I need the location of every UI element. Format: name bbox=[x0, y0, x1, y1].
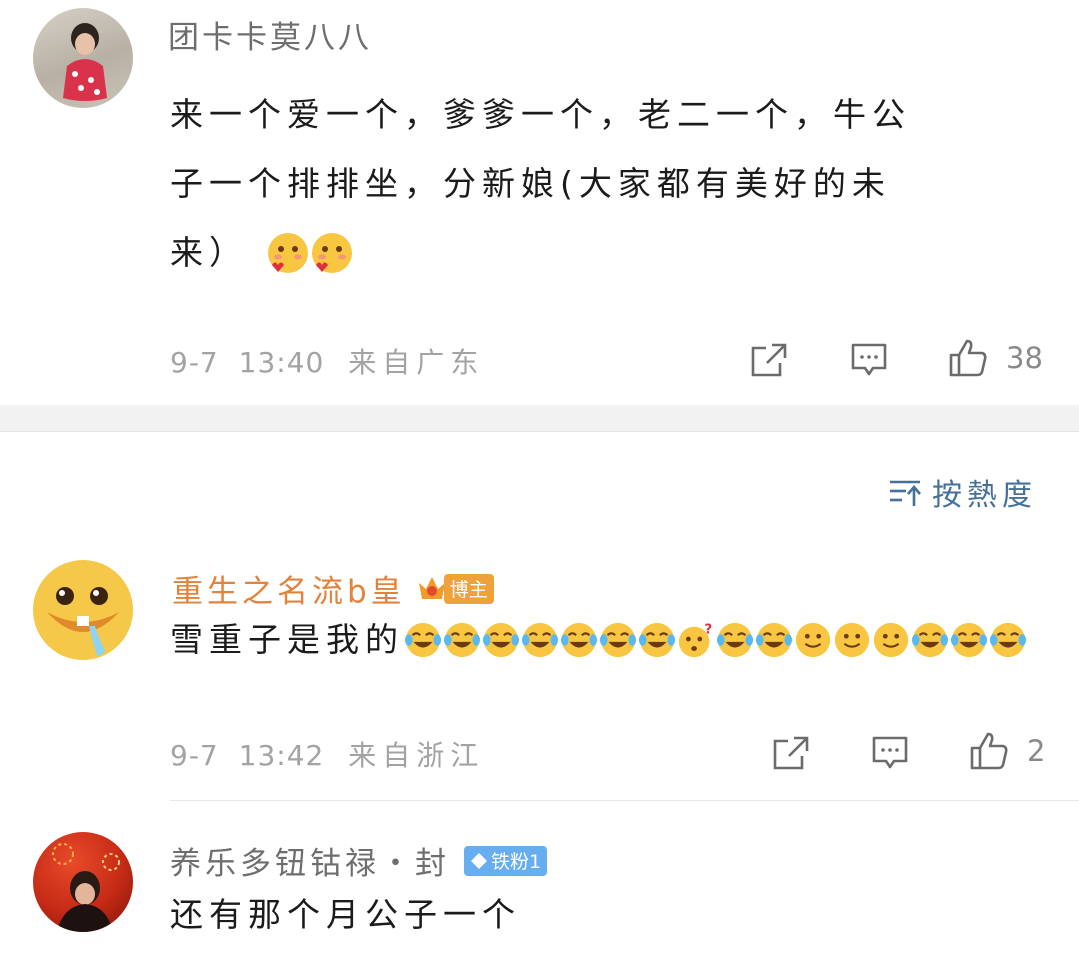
blush-heart-emoji-icon bbox=[268, 232, 308, 273]
username[interactable]: 重生之名流b皇 bbox=[172, 566, 406, 611]
share-icon[interactable] bbox=[772, 735, 810, 771]
avatar-child-photo bbox=[63, 23, 107, 101]
comment-text-line: 来一个爱一个，爹爹一个，老二一个，牛公 bbox=[170, 95, 911, 134]
crown-icon bbox=[418, 576, 445, 599]
comment-text-line: 雪重子是我的 bbox=[170, 620, 404, 659]
svg-text:?: ? bbox=[705, 622, 713, 637]
comment-text-line-end: 来） bbox=[170, 233, 248, 272]
smile-emoji-icon bbox=[873, 622, 909, 658]
sort-toggle[interactable]: 按熱度 bbox=[888, 470, 1037, 514]
username[interactable]: 团卡卡莫八八 bbox=[168, 18, 372, 58]
comment-meta: 9-7 13:42 来自浙江 bbox=[170, 734, 484, 774]
username-row: 重生之名流b皇 博主 bbox=[172, 566, 494, 611]
section-separator bbox=[0, 405, 1079, 432]
blogger-badge: 博主 bbox=[443, 573, 494, 604]
sort-label: 按熱度 bbox=[932, 478, 1037, 513]
comment-date: 9-7 bbox=[170, 346, 219, 379]
thumbs-up-icon bbox=[949, 339, 987, 377]
username-row: 养乐多钮钴禄・封 铁粉1 bbox=[170, 838, 548, 883]
comment-text: 来一个爱一个，爹爹一个，老二一个，牛公 子一个排排坐，分新娘(大家都有美好的未 … bbox=[170, 80, 1050, 287]
like-count: 38 bbox=[1006, 341, 1043, 375]
like-count: 2 bbox=[1027, 734, 1046, 768]
laugh-cry-emoji-icon bbox=[560, 622, 598, 658]
diamond-icon bbox=[471, 852, 487, 869]
laugh-cry-emoji-icon bbox=[443, 622, 481, 658]
comment-text-line: 来） bbox=[170, 218, 1050, 287]
comment-time: 13:40 bbox=[238, 346, 325, 379]
share-icon[interactable] bbox=[750, 342, 788, 378]
laugh-cry-emoji-icon bbox=[599, 622, 637, 658]
comment-text: 雪重子是我的 ? bbox=[170, 614, 1050, 666]
confused-emoji-icon: ? bbox=[678, 622, 713, 658]
comment-date: 9-7 bbox=[170, 739, 219, 772]
laugh-cry-emoji-icon bbox=[521, 622, 559, 658]
smile-emoji-icon bbox=[834, 622, 870, 658]
comment-time: 13:42 bbox=[238, 739, 325, 772]
fan-badge: 铁粉1 bbox=[464, 845, 548, 876]
avatar[interactable] bbox=[33, 832, 133, 932]
thumbs-up-icon bbox=[970, 732, 1008, 770]
blush-heart-emoji-icon bbox=[312, 232, 352, 273]
laugh-cry-emoji-icon bbox=[755, 622, 793, 658]
laugh-cry-emoji-icon bbox=[638, 622, 676, 658]
laugh-cry-emoji-icon bbox=[989, 622, 1027, 658]
avatar[interactable] bbox=[33, 8, 133, 108]
comment-text-line: 子一个排排坐，分新娘(大家都有美好的未 bbox=[170, 164, 891, 203]
avatar-person-photo bbox=[52, 843, 120, 932]
avatar[interactable] bbox=[33, 560, 133, 660]
sort-icon bbox=[890, 480, 921, 506]
like-button[interactable]: 38 bbox=[948, 338, 1043, 378]
comment-icon[interactable] bbox=[850, 342, 888, 378]
laugh-cry-emoji-icon bbox=[716, 622, 754, 658]
laugh-cry-emoji-icon bbox=[911, 622, 949, 658]
fan-badge-label: 铁粉1 bbox=[491, 851, 542, 873]
comment-text: 还有那个月公子一个 bbox=[170, 895, 521, 934]
comment-meta: 9-7 13:40 来自广东 bbox=[170, 341, 484, 381]
comment-divider bbox=[170, 800, 1079, 801]
comment-location: 来自广东 bbox=[348, 346, 485, 379]
laugh-cry-emoji-icon bbox=[950, 622, 988, 658]
smile-emoji-icon bbox=[795, 622, 831, 658]
comment-icon[interactable] bbox=[871, 735, 909, 771]
laugh-cry-emoji-icon bbox=[482, 622, 520, 658]
like-button[interactable]: 2 bbox=[969, 731, 1045, 771]
laugh-cry-emoji-icon bbox=[404, 622, 442, 658]
comment-location: 来自浙江 bbox=[348, 739, 485, 772]
username[interactable]: 养乐多钮钴禄・封 bbox=[170, 838, 450, 883]
